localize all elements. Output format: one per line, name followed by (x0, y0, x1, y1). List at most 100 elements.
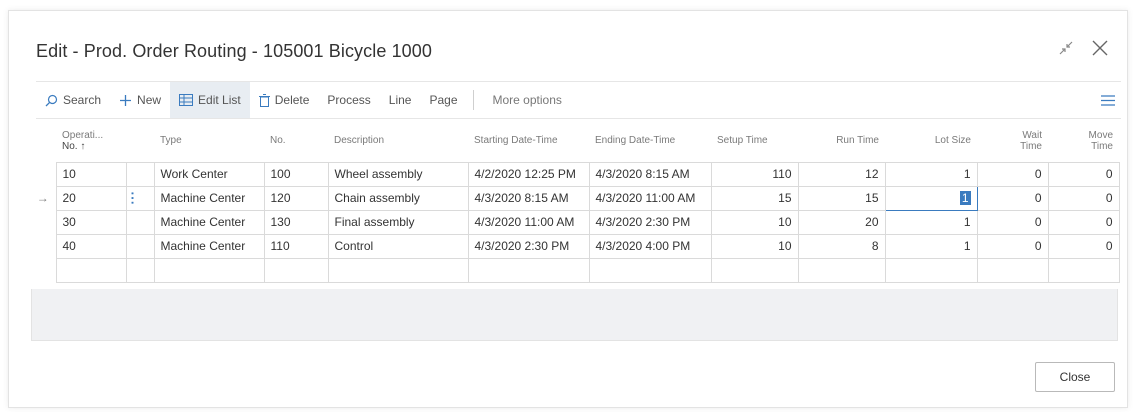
new-cell[interactable] (1047, 257, 1120, 283)
cell-setup-time[interactable]: 110 (710, 161, 799, 187)
table-row[interactable]: 10 Work Center 100 Wheel assembly 4/2/20… (30, 161, 1120, 187)
cell-wait-time[interactable]: 0 (976, 233, 1049, 259)
row-menu-dots-icon[interactable] (130, 191, 134, 206)
new-cell[interactable] (327, 257, 469, 283)
cell-setup-time[interactable]: 15 (710, 185, 799, 211)
col-move-time[interactable]: Move Time (1048, 120, 1119, 162)
new-row[interactable] (30, 257, 1120, 283)
cell-lot-size[interactable]: 1 (884, 161, 978, 187)
cell-no[interactable]: 130 (263, 209, 329, 235)
table-row[interactable]: 40 Machine Center 110 Control 4/3/2020 2… (30, 233, 1120, 259)
line-menu[interactable]: Line (380, 82, 421, 118)
cell-description[interactable]: Control (327, 233, 469, 259)
cell-starting-date-time[interactable]: 4/2/2020 12:25 PM (467, 161, 590, 187)
cell-description[interactable]: Final assembly (327, 209, 469, 235)
lot-size-selected-value[interactable]: 1 (959, 191, 971, 205)
cell-no[interactable]: 120 (263, 185, 329, 211)
cell-ending-date-time[interactable]: 4/3/2020 4:00 PM (588, 233, 712, 259)
cell-type[interactable]: Machine Center (153, 185, 265, 211)
col-operation-no-line1: Operati... (62, 129, 104, 141)
col-operation-no[interactable]: Operati... No. ↑ (56, 120, 126, 162)
dialog-title: Edit - Prod. Order Routing - 105001 Bicy… (36, 41, 433, 61)
cell-lot-size[interactable]: 1 (884, 209, 978, 235)
delete-action[interactable]: Delete (250, 82, 319, 118)
cell-type[interactable]: Machine Center (153, 209, 265, 235)
cell-type[interactable]: Machine Center (153, 233, 265, 259)
cell-move-time[interactable]: 0 (1047, 161, 1120, 187)
cell-operation-no[interactable]: 30 (55, 209, 127, 235)
new-cell[interactable] (467, 257, 590, 283)
new-cell[interactable] (125, 257, 155, 283)
cell-no[interactable]: 100 (263, 161, 329, 187)
cell-operation-no[interactable]: 40 (55, 233, 127, 259)
new-cell[interactable] (710, 257, 799, 283)
edit-list-action[interactable]: Edit List (170, 82, 250, 118)
process-menu[interactable]: Process (318, 82, 379, 118)
col-ending-date-time[interactable]: Ending Date-Time (589, 120, 711, 162)
action-bar: Search New Edit List Delete Process Line… (36, 81, 1121, 119)
close-x-icon[interactable] (1091, 39, 1109, 57)
cell-description[interactable]: Wheel assembly (327, 161, 469, 187)
cell-ending-date-time[interactable]: 4/3/2020 8:15 AM (588, 161, 712, 187)
close-button[interactable]: Close (1035, 362, 1115, 392)
col-description[interactable]: Description (328, 120, 468, 162)
new-cell[interactable] (153, 257, 265, 283)
new-cell[interactable] (797, 257, 886, 283)
cell-lot-size[interactable]: 1 (884, 233, 978, 259)
cell-wait-time[interactable]: 0 (976, 161, 1049, 187)
cell-operation-no[interactable]: 20 (55, 185, 127, 211)
cell-no[interactable]: 110 (263, 233, 329, 259)
col-run-time[interactable]: Run Time (798, 120, 885, 162)
col-type[interactable]: Type (154, 120, 264, 162)
cell-starting-date-time[interactable]: 4/3/2020 8:15 AM (467, 185, 590, 211)
search-action[interactable]: Search (36, 82, 110, 118)
col-wait-time[interactable]: Wait Time (977, 120, 1048, 162)
cell-run-time[interactable]: 15 (797, 185, 886, 211)
cell-operation-no[interactable]: 10 (55, 161, 127, 187)
cell-move-time[interactable]: 0 (1047, 233, 1120, 259)
cell-run-time[interactable]: 12 (797, 161, 886, 187)
new-cell[interactable] (263, 257, 329, 283)
new-action[interactable]: New (110, 82, 170, 118)
row-actions-cell[interactable] (125, 161, 155, 187)
new-cell[interactable] (588, 257, 712, 283)
cell-move-time[interactable]: 0 (1047, 209, 1120, 235)
row-actions-cell[interactable] (125, 209, 155, 235)
row-actions-cell[interactable] (125, 185, 155, 211)
cell-move-time[interactable]: 0 (1047, 185, 1120, 211)
page-menu[interactable]: Page (420, 82, 466, 118)
hamburger-icon[interactable] (1101, 82, 1121, 118)
routing-grid: Operati... No. ↑ Type No. Description St… (30, 120, 1120, 283)
new-label: New (137, 93, 162, 107)
cell-type[interactable]: Work Center (153, 161, 265, 187)
trash-icon (258, 93, 270, 107)
new-cell[interactable] (976, 257, 1049, 283)
cell-lot-size-selected[interactable]: 1 (884, 185, 978, 211)
current-row-arrow-icon: → (30, 186, 57, 210)
table-row[interactable]: 30 Machine Center 130 Final assembly 4/3… (30, 209, 1120, 235)
cell-run-time[interactable]: 20 (797, 209, 886, 235)
table-row-current[interactable]: → 20 Machine Center 120 Chain assembly 4… (30, 185, 1120, 211)
row-actions-cell[interactable] (125, 233, 155, 259)
cell-setup-time[interactable]: 10 (710, 233, 799, 259)
cell-ending-date-time[interactable]: 4/3/2020 2:30 PM (588, 209, 712, 235)
cell-starting-date-time[interactable]: 4/3/2020 11:00 AM (467, 209, 590, 235)
new-cell[interactable] (884, 257, 978, 283)
search-icon (45, 94, 58, 107)
cell-description[interactable]: Chain assembly (327, 185, 469, 211)
delete-label: Delete (274, 93, 310, 107)
collapse-icon[interactable] (1057, 39, 1075, 57)
col-lot-size[interactable]: Lot Size (885, 120, 977, 162)
cell-setup-time[interactable]: 10 (710, 209, 799, 235)
col-no[interactable]: No. (264, 120, 328, 162)
more-options[interactable]: More options (484, 82, 571, 118)
col-setup-time[interactable]: Setup Time (711, 120, 798, 162)
cell-ending-date-time[interactable]: 4/3/2020 11:00 AM (588, 185, 712, 211)
cell-wait-time[interactable]: 0 (976, 209, 1049, 235)
col-starting-date-time[interactable]: Starting Date-Time (468, 120, 589, 162)
search-label: Search (63, 93, 102, 107)
cell-wait-time[interactable]: 0 (976, 185, 1049, 211)
cell-run-time[interactable]: 8 (797, 233, 886, 259)
cell-starting-date-time[interactable]: 4/3/2020 2:30 PM (467, 233, 590, 259)
new-cell[interactable] (55, 257, 127, 283)
